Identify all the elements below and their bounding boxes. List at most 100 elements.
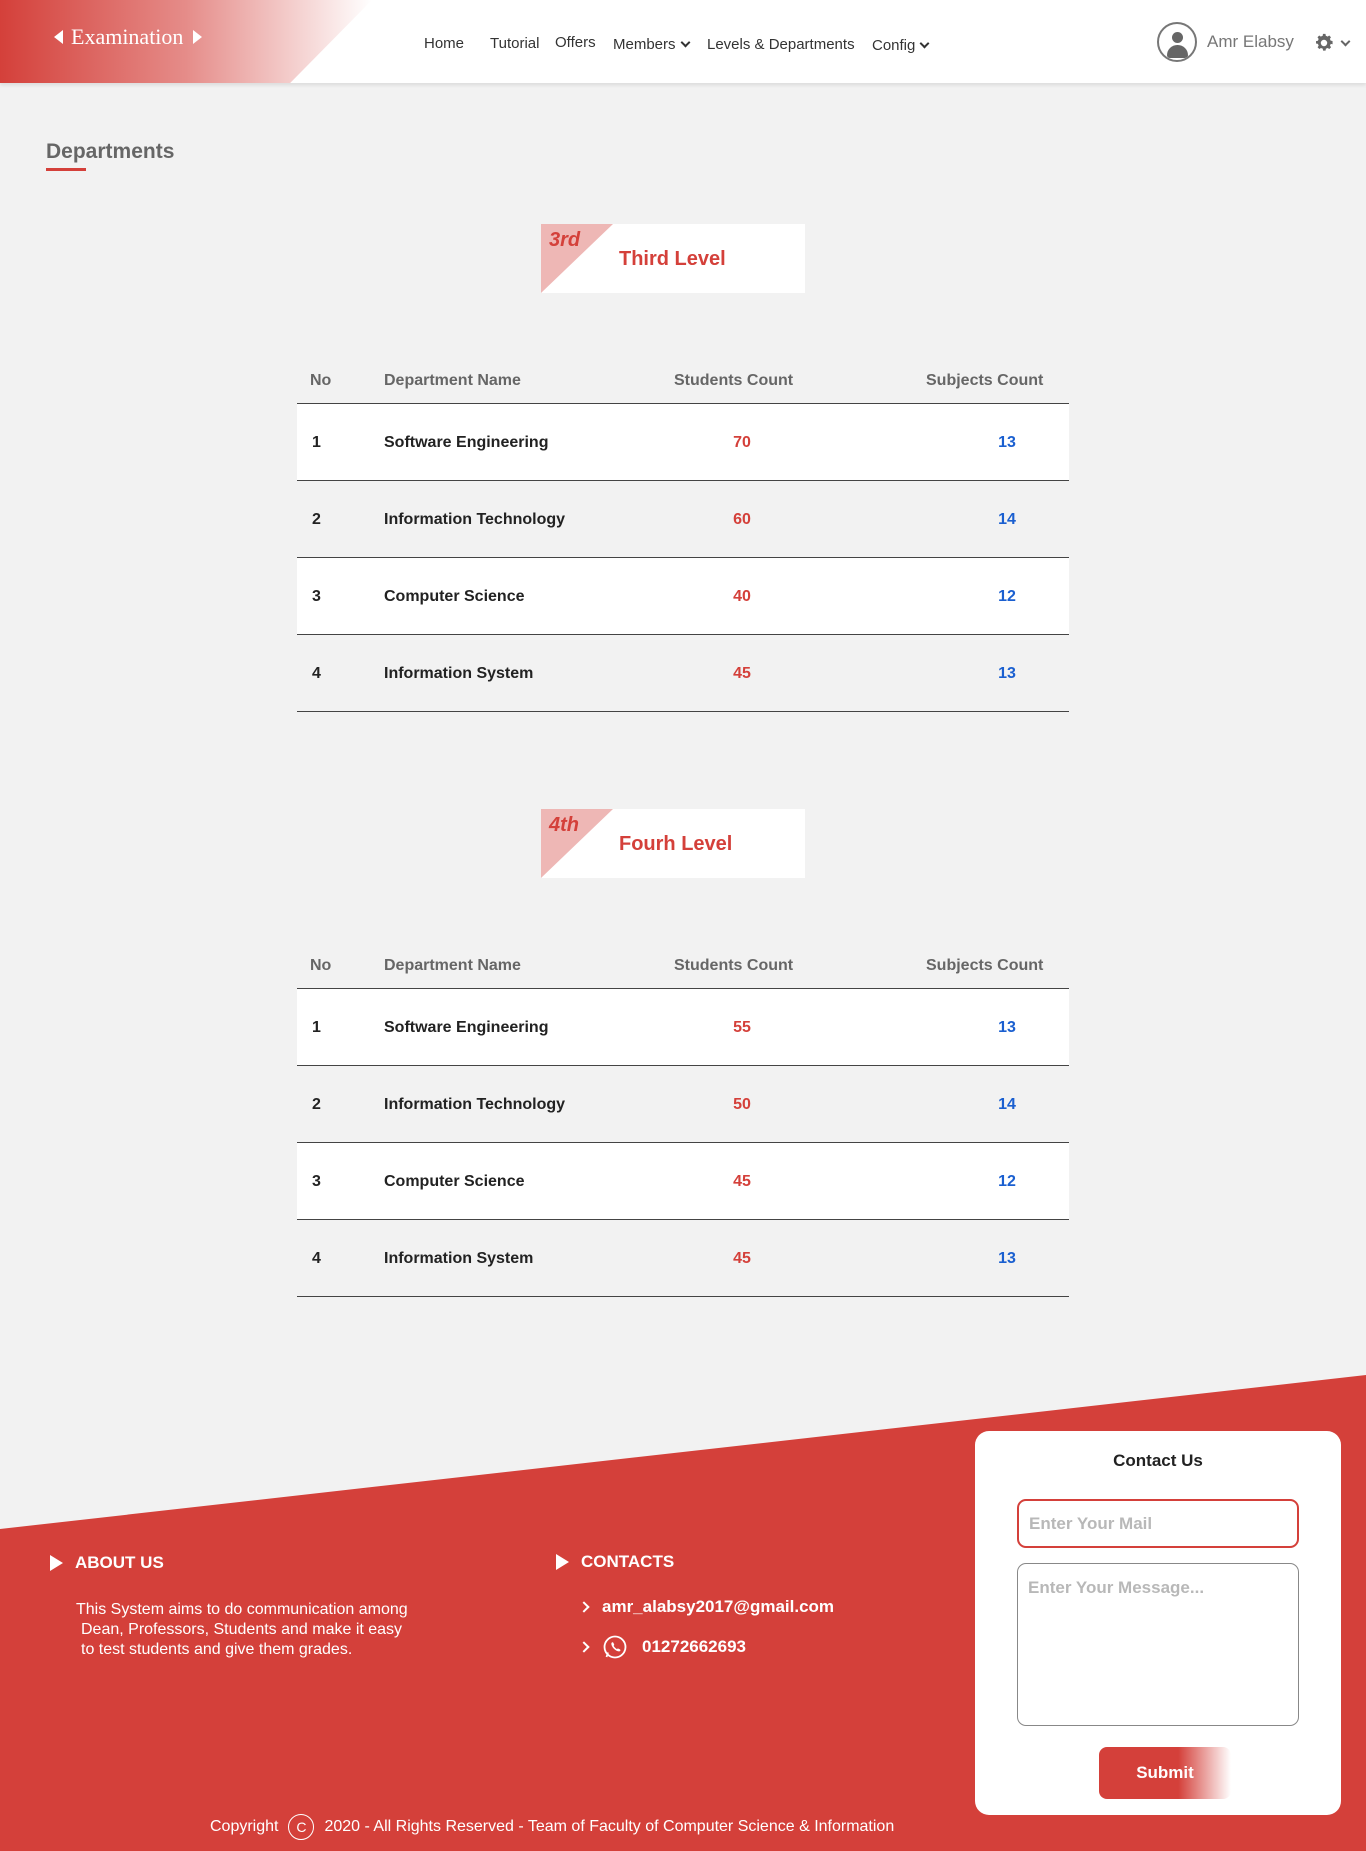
row-subjects-count: 13 [998, 1250, 1016, 1267]
nav-config[interactable]: Config [872, 37, 930, 54]
header-students-count: Students Count [674, 957, 794, 974]
row-department-name: Information System [384, 1250, 534, 1267]
chevron-down-icon[interactable] [1340, 36, 1351, 47]
row-department-name: Computer Science [384, 588, 525, 605]
about-line: Dean, Professors, Students and make it e… [81, 1621, 403, 1638]
row-students-count: 45 [733, 665, 751, 682]
play-icon [50, 1555, 63, 1571]
table-header: No Department Name Students Count Subjec… [297, 358, 1069, 404]
copyright-text: 2020 - All Rights Reserved - Team of Fac… [324, 1818, 895, 1835]
level-name: Third Level [619, 248, 726, 270]
about-title: ABOUT US [75, 1553, 164, 1572]
row-department-name: Software Engineering [384, 1019, 549, 1036]
about-heading: ABOUT US [50, 1553, 164, 1573]
chevron-right-icon [578, 1641, 590, 1653]
title-underline [46, 168, 86, 171]
chevron-down-icon [919, 38, 930, 49]
caret-left-icon [54, 30, 63, 44]
about-text: This System aims to do communication amo… [76, 1600, 456, 1660]
email-contact[interactable]: amr_alabsy2017@gmail.com [578, 1597, 835, 1617]
nav-tutorial[interactable]: Tutorial [490, 35, 539, 52]
logo-text: Examination [71, 24, 184, 49]
row-no: 3 [312, 588, 321, 605]
departments-table: No Department Name Students Count Subjec… [297, 358, 1069, 712]
departments-table: No Department Name Students Count Subjec… [297, 943, 1069, 1297]
email-text: amr_alabsy2017@gmail.com [602, 1597, 835, 1616]
table-row[interactable]: 1 Software Engineering 70 13 [297, 404, 1069, 481]
level-ordinal: 4th [549, 814, 579, 836]
copyright-icon: C [288, 1814, 315, 1840]
row-department-name: Computer Science [384, 1173, 525, 1190]
header-subjects-count: Subjects Count [926, 957, 1044, 974]
user-menu[interactable]: Amr Elabsy [1157, 22, 1294, 62]
top-header: Examination Home Tutorial Offers Members… [0, 0, 1366, 83]
caret-right-icon [193, 30, 203, 44]
phone-contact[interactable]: 01272662693 [578, 1634, 747, 1660]
row-no: 1 [312, 434, 321, 451]
header-students-count: Students Count [674, 372, 794, 389]
row-no: 3 [312, 1173, 321, 1190]
row-subjects-count: 13 [998, 665, 1016, 682]
level-badge: 4th Fourh Level [541, 809, 805, 878]
level-name: Fourh Level [619, 833, 733, 855]
avatar [1157, 22, 1197, 62]
copyright: Copyright C 2020 - All Rights Reserved -… [210, 1814, 894, 1840]
row-subjects-count: 14 [998, 1096, 1016, 1113]
table-row[interactable]: 1 Software Engineering 55 13 [297, 989, 1069, 1066]
row-no: 4 [312, 1250, 321, 1267]
message-field[interactable] [1017, 1563, 1299, 1726]
nav-levels-departments[interactable]: Levels & Departments [707, 36, 855, 53]
level-badge: 3rd Third Level [541, 224, 805, 293]
contacts-title: CONTACTS [581, 1552, 675, 1571]
page-title: Departments [46, 140, 175, 163]
chevron-down-icon [680, 37, 690, 48]
table-row[interactable]: 3 Computer Science 45 12 [297, 1143, 1069, 1220]
phone-text: 01272662693 [642, 1637, 747, 1656]
submit-button[interactable]: Submit [1099, 1747, 1231, 1799]
row-students-count: 55 [733, 1019, 751, 1036]
row-no: 1 [312, 1019, 321, 1036]
logo[interactable]: Examination [54, 24, 203, 50]
chevron-right-icon [578, 1601, 590, 1613]
email-field[interactable] [1017, 1499, 1299, 1548]
table-row[interactable]: 2 Information Technology 60 14 [297, 481, 1069, 558]
nav-config-label: Config [872, 37, 916, 54]
row-students-count: 70 [733, 434, 751, 451]
row-subjects-count: 13 [998, 434, 1016, 451]
nav-offers[interactable]: Offers [555, 34, 596, 51]
row-subjects-count: 12 [998, 588, 1016, 605]
header-subjects-count: Subjects Count [926, 372, 1044, 389]
nav-home[interactable]: Home [424, 35, 464, 52]
row-no: 2 [312, 511, 321, 528]
row-department-name: Information Technology [384, 1096, 566, 1113]
header-department-name: Department Name [384, 372, 521, 389]
nav-members-label: Members [613, 36, 676, 53]
table-row[interactable]: 2 Information Technology 50 14 [297, 1066, 1069, 1143]
row-department-name: Information System [384, 665, 534, 682]
row-students-count: 45 [733, 1250, 751, 1267]
row-subjects-count: 13 [998, 1019, 1016, 1036]
row-students-count: 60 [733, 511, 751, 528]
header-no: No [310, 372, 332, 389]
table-row[interactable]: 3 Computer Science 40 12 [297, 558, 1069, 635]
play-icon [556, 1554, 569, 1570]
header-department-name: Department Name [384, 957, 521, 974]
level-ordinal: 3rd [549, 229, 581, 251]
about-line: This System aims to do communication amo… [76, 1601, 408, 1618]
header-no: No [310, 957, 332, 974]
row-students-count: 50 [733, 1096, 751, 1113]
table-row[interactable]: 4 Information System 45 13 [297, 635, 1069, 712]
row-no: 2 [312, 1096, 321, 1113]
row-department-name: Software Engineering [384, 434, 549, 451]
user-name: Amr Elabsy [1207, 32, 1294, 51]
copyright-prefix: Copyright [210, 1818, 279, 1835]
nav-members[interactable]: Members [613, 36, 690, 53]
contact-form-title: Contact Us [1113, 1451, 1203, 1470]
gear-icon[interactable] [1313, 32, 1335, 54]
row-subjects-count: 14 [998, 511, 1016, 528]
row-students-count: 45 [733, 1173, 751, 1190]
row-students-count: 40 [733, 588, 751, 605]
table-row[interactable]: 4 Information System 45 13 [297, 1220, 1069, 1297]
table-header: No Department Name Students Count Subjec… [297, 943, 1069, 989]
about-line: to test students and give them grades. [81, 1641, 353, 1658]
